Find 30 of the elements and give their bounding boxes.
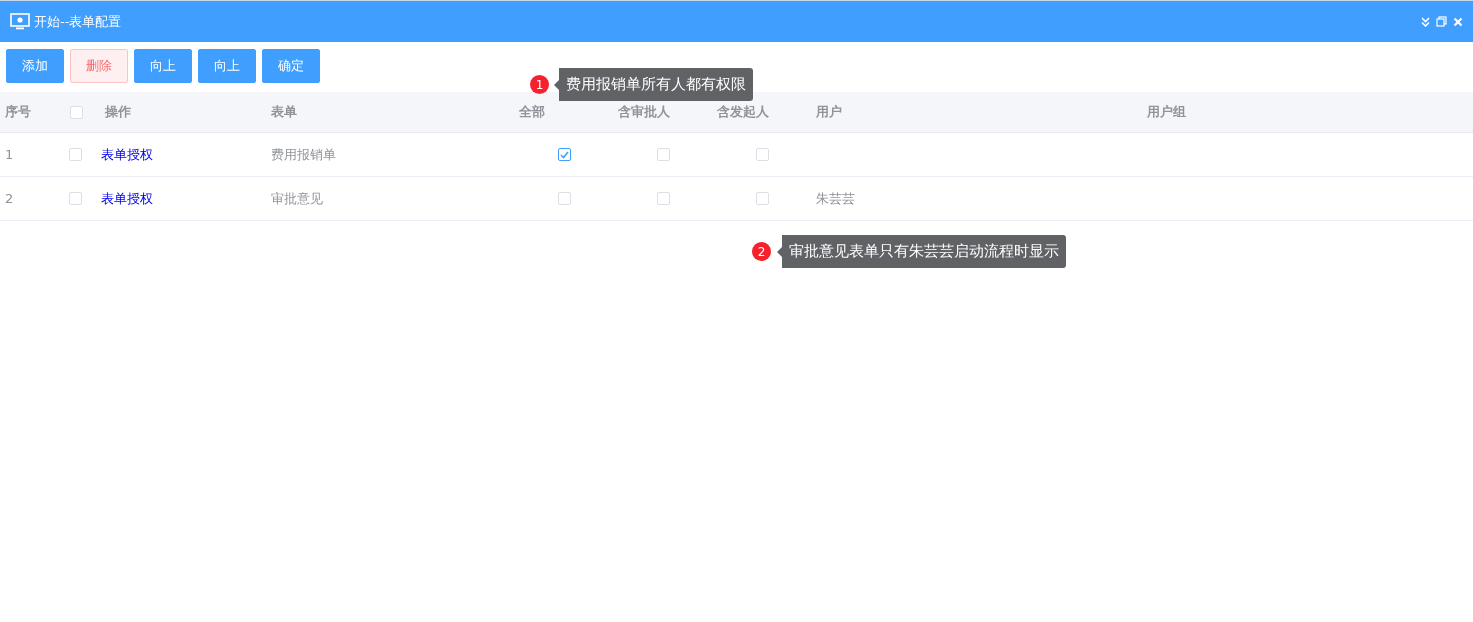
column-header: 全部 [518, 103, 546, 121]
column-header: 序号 [4, 103, 32, 121]
column-header: 用户 [815, 103, 843, 121]
column-header: 含发起人 [716, 103, 770, 121]
table-cell: 费用报销单 [271, 145, 336, 164]
delete-button[interactable]: 删除 [70, 49, 128, 83]
monitor-gear-icon [10, 13, 30, 30]
toolbar-button[interactable]: 向上 [198, 49, 256, 83]
column-header: 含审批人 [617, 103, 671, 121]
toolbar-button[interactable]: 向上 [134, 49, 192, 83]
collapse-icon[interactable] [1421, 16, 1430, 27]
form-auth-link[interactable]: 表单授权 [101, 145, 153, 164]
toolbar-button[interactable]: 添加 [6, 49, 64, 83]
annotation-tooltip: 费用报销单所有人都有权限 [554, 68, 753, 101]
annotation-tooltip: 审批意见表单只有朱芸芸启动流程时显示 [777, 235, 1066, 268]
table-cell: 审批意见 [271, 189, 323, 208]
window-title: 开始--表单配置 [34, 12, 122, 31]
column-header: 用户组 [1146, 103, 1187, 121]
close-icon[interactable] [1453, 16, 1463, 27]
column-header: 操作 [104, 103, 132, 121]
restore-icon[interactable] [1436, 16, 1447, 27]
checkbox[interactable] [558, 148, 571, 161]
number-badge: 2 [752, 242, 771, 261]
column-header: 表单 [270, 103, 298, 121]
form-auth-link[interactable]: 表单授权 [101, 189, 153, 208]
table-cell: 朱芸芸 [816, 189, 855, 208]
row-number: 1 [5, 147, 14, 162]
toolbar-button[interactable]: 确定 [262, 49, 320, 83]
row-number: 2 [5, 191, 14, 206]
number-badge: 1 [530, 75, 549, 94]
